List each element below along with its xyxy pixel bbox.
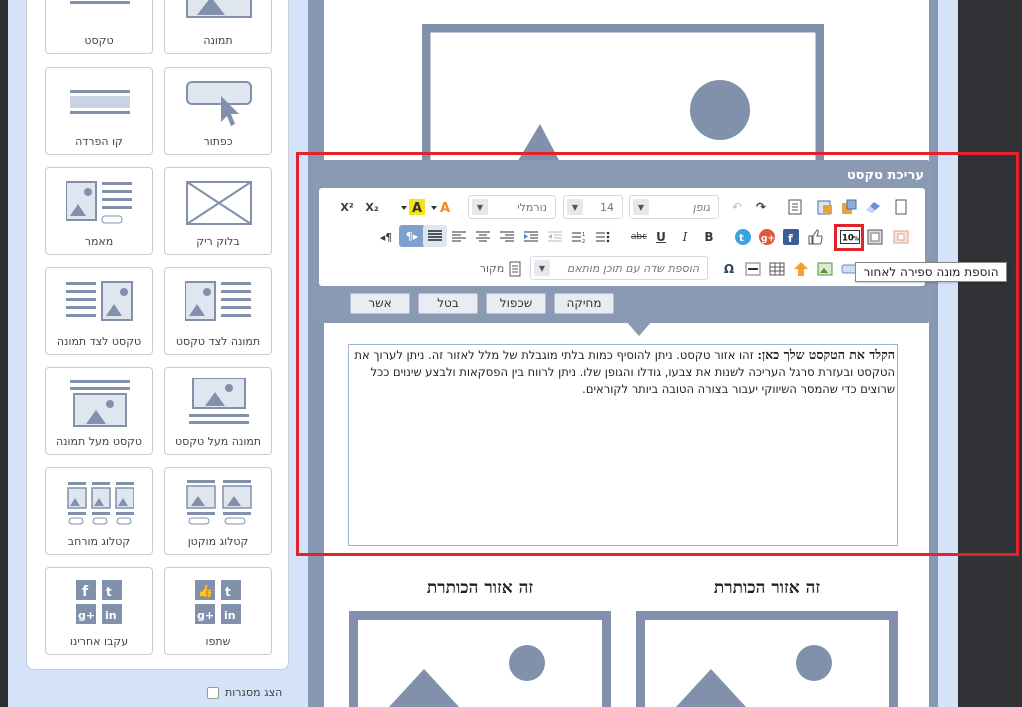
share-icon: 👍 t g+ in <box>195 580 241 624</box>
image-block-icon <box>186 0 252 18</box>
palette-tile[interactable]: 👍 t g+ in שתפו <box>164 567 272 655</box>
svg-text:in: in <box>105 609 117 622</box>
palette-tile-label: טקסט מעל תמונה <box>55 435 143 448</box>
article-icon <box>66 181 132 224</box>
palette-tile-label: תמונה לצד טקסט <box>175 335 261 348</box>
palette-tile-label: מאמר <box>84 235 114 248</box>
empty-block-icon <box>186 181 252 225</box>
button-block-icon <box>186 81 252 126</box>
svg-text:t: t <box>106 585 112 599</box>
palette-tile-label: עקבו אחרינו <box>69 635 129 648</box>
palette-tile-label: קטלוג מוקטן <box>187 535 249 548</box>
svg-text:t: t <box>225 585 231 599</box>
palette-tile-label: בלוק ריק <box>196 235 240 248</box>
palette-tile[interactable]: בלוק ריק <box>164 167 272 255</box>
show-frames-toggle[interactable]: הצג מסגרות <box>207 686 282 699</box>
wide-catalog-icon <box>67 482 134 525</box>
image-above-text-icon <box>189 378 249 424</box>
text-block-icon <box>70 1 130 4</box>
palette-tile[interactable]: כפתור <box>164 67 272 155</box>
show-frames-checkbox[interactable] <box>207 686 219 699</box>
svg-text:in: in <box>224 609 236 622</box>
column-title-right[interactable]: זה אזור הכותרת <box>637 578 897 598</box>
divider-icon <box>70 90 130 114</box>
follow-us-icon: f t g+ in <box>76 580 122 624</box>
column-title-left[interactable]: זה אזור הכותרת <box>350 578 610 598</box>
palette-tile[interactable]: קטלוג מורחב <box>45 467 153 555</box>
svg-text:👍: 👍 <box>198 584 213 598</box>
left-edge <box>0 0 8 707</box>
palette-tile[interactable]: תמונה לצד טקסט <box>164 267 272 355</box>
palette-tile[interactable]: מאמר <box>45 167 153 255</box>
image-beside-text-icon <box>185 281 251 321</box>
image-placeholder-right[interactable] <box>636 611 898 707</box>
palette-tile-label: טקסט <box>84 34 114 47</box>
svg-text:g+: g+ <box>78 609 95 622</box>
svg-text:f: f <box>82 584 89 600</box>
image-placeholder-left[interactable] <box>349 611 611 707</box>
palette-tile[interactable]: טקסט לצד תמונה <box>45 267 153 355</box>
palette-tile-label: שתפו <box>205 635 231 648</box>
palette-tile[interactable]: תמונה <box>164 0 272 54</box>
palette-tile-label: תמונה <box>203 34 233 47</box>
palette-tile[interactable]: קו הפרדה <box>45 67 153 155</box>
palette-tile-label: טקסט לצד תמונה <box>56 335 142 348</box>
svg-text:g+: g+ <box>197 609 214 622</box>
text-beside-image-icon <box>66 281 133 321</box>
palette-tile[interactable]: טקסט <box>45 0 153 54</box>
palette-tile-label: קו הפרדה <box>75 135 123 148</box>
palette-tile[interactable]: קטלוג מוקטן <box>164 467 272 555</box>
palette-tile-label: קטלוג מורחב <box>67 535 131 548</box>
palette-tile-label: כפתור <box>203 135 233 148</box>
palette-tile[interactable]: תמונה מעל טקסט <box>164 367 272 455</box>
palette-tile[interactable]: טקסט מעל תמונה <box>45 367 153 455</box>
show-frames-label: הצג מסגרות <box>225 686 283 699</box>
palette-tile[interactable]: f t g+ in עקבו אחרינו <box>45 567 153 655</box>
highlight-frame <box>296 152 1019 556</box>
text-above-image-icon <box>70 380 130 427</box>
palette-tile-label: תמונה מעל טקסט <box>174 435 262 448</box>
small-catalog-icon <box>186 480 252 525</box>
